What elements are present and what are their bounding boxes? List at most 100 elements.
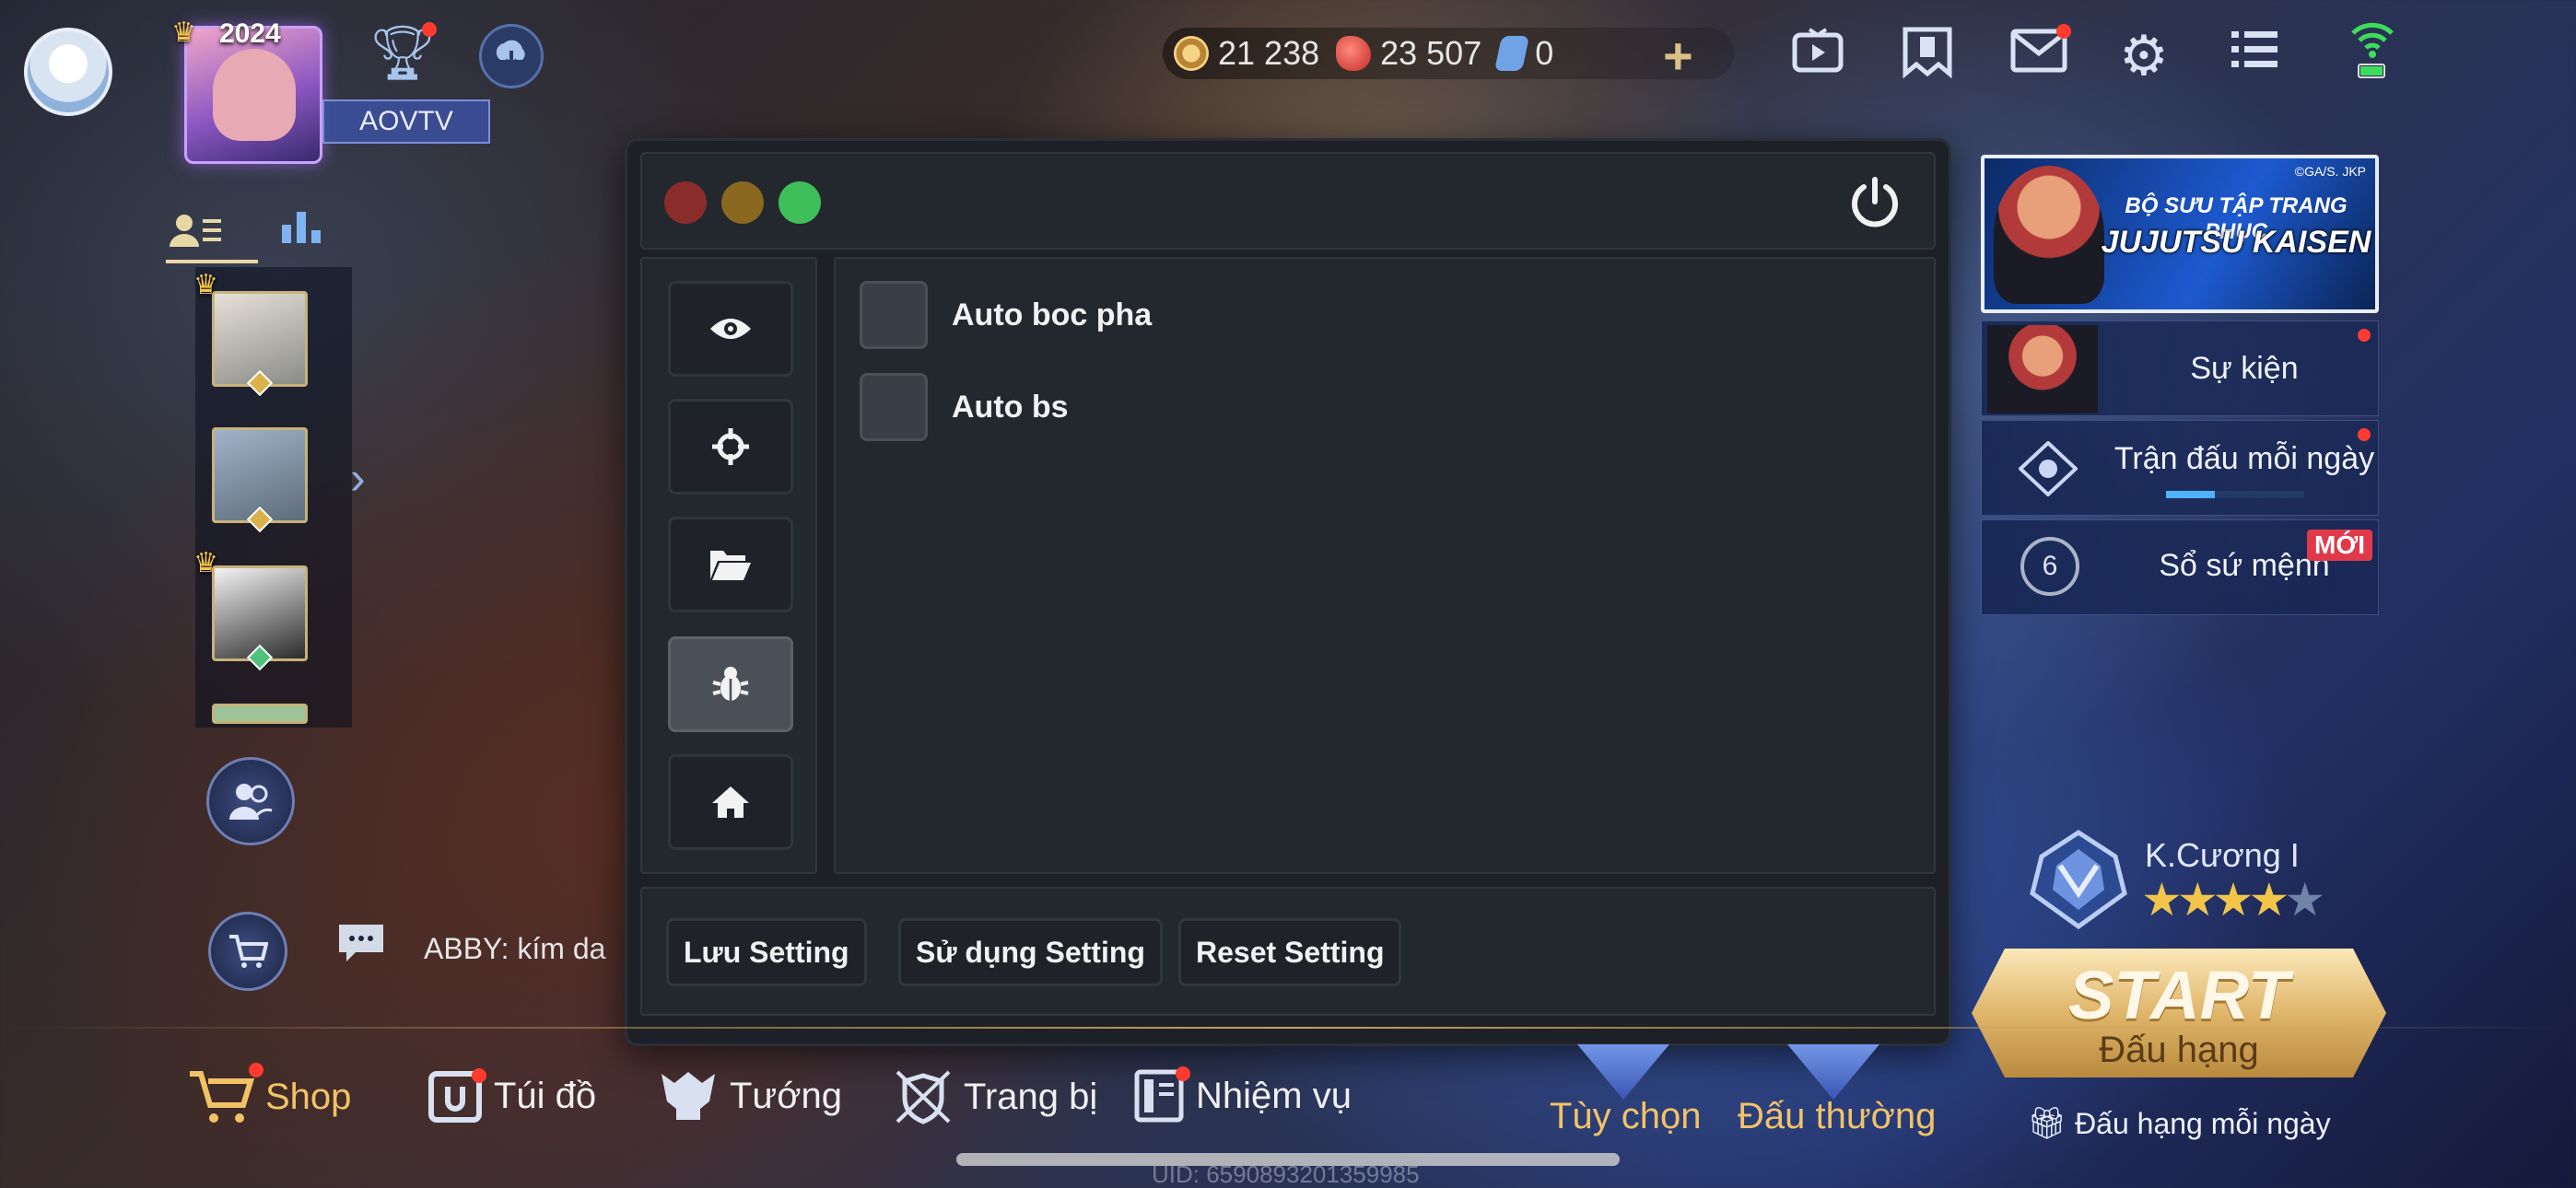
tab-friends[interactable]	[168, 212, 223, 258]
player-name[interactable]: AOVTV	[322, 99, 490, 144]
maximize-window-button[interactable]	[779, 181, 821, 224]
nav-heroes[interactable]: Tướng	[658, 1068, 842, 1124]
star-filled-icon: ★	[2141, 874, 2183, 926]
reset-setting-button[interactable]: Reset Setting	[1178, 918, 1402, 986]
ruby-value: 23 507	[1380, 34, 1482, 72]
save-setting-button[interactable]: Lưu Setting	[666, 918, 867, 986]
banner-character-art	[1994, 166, 2104, 304]
option-auto-boc-pha[interactable]: Auto boc pha	[860, 281, 1152, 349]
tab-ranking[interactable]	[280, 208, 324, 254]
nav-heroes-label: Tướng	[730, 1075, 842, 1116]
download-icon	[496, 40, 525, 68]
visual-tab-button[interactable]	[668, 281, 793, 377]
star-filled-icon: ★	[2176, 874, 2219, 926]
home-tab-button[interactable]	[668, 754, 793, 850]
nav-missions[interactable]: Nhiệm vụ	[1133, 1068, 1352, 1124]
list-icon	[2231, 31, 2277, 67]
currency-ruby: 23 507	[1336, 34, 1481, 73]
wifi-icon	[2351, 22, 2394, 78]
friend-avatar[interactable]	[212, 704, 308, 724]
armor-shield-icon	[896, 1070, 951, 1124]
files-tab-button[interactable]	[668, 517, 793, 612]
expand-arrow-icon[interactable]: ›	[350, 451, 366, 505]
use-setting-button[interactable]: Sử dụng Setting	[898, 918, 1163, 986]
nav-equipment[interactable]: Trang bị	[894, 1068, 1097, 1125]
rank-stars: ★★★★★	[2141, 873, 2325, 926]
start-label: START	[2068, 957, 2289, 1033]
auto-bs-checkbox[interactable]	[860, 373, 928, 441]
custom-mode-button[interactable]: Tùy chọn	[1550, 1096, 1702, 1137]
banner-icon	[1903, 27, 1952, 79]
star-filled-icon: ★	[2212, 874, 2254, 926]
crown-icon: ♛	[171, 17, 196, 48]
event-item-daily-match[interactable]: Trận đấu mỗi ngày	[1981, 420, 2379, 516]
event-label: Sự kiện	[2190, 351, 2299, 386]
aim-tab-button[interactable]	[668, 399, 793, 495]
settings-gear-icon[interactable]: ⚙	[2119, 24, 2169, 88]
notification-dot	[2358, 428, 2371, 441]
nav-bag-label: Túi đồ	[494, 1075, 597, 1116]
mod-menu-titlebar[interactable]	[640, 152, 1936, 250]
currency-bar: 21 238 23 507 0	[1163, 28, 1734, 79]
uid-label: UID: 6590893201359985	[1152, 1160, 1420, 1188]
option-auto-bs[interactable]: Auto bs	[860, 373, 1069, 441]
voucher-icon	[1494, 36, 1530, 71]
currency-voucher: 0	[1494, 34, 1554, 73]
banner-copyright: ©GA/S. JKP	[2294, 164, 2366, 179]
minimize-window-button[interactable]	[721, 181, 764, 224]
mod-menu-footer: Lưu Setting Sử dụng Setting Reset Settin…	[640, 887, 1936, 1016]
daily-ranked-link[interactable]: 🎁︎ Đấu hạng mỗi ngày	[2027, 1105, 2331, 1142]
daily-progress-fill	[2166, 491, 2215, 498]
event-banner-jujutsu-kaisen[interactable]: ©GA/S. JKP BỘ SƯU TẬP TRANG PHỤC JUJUTSU…	[1981, 155, 2379, 313]
normal-mode-button[interactable]: Đấu thường	[1738, 1096, 1936, 1137]
mod-menu-sidebar	[640, 257, 817, 874]
nav-shop[interactable]: Shop	[188, 1068, 351, 1125]
download-button[interactable]	[479, 24, 544, 88]
rank-emblem-icon	[2030, 830, 2127, 930]
voucher-value: 0	[1535, 34, 1554, 72]
notification-dot	[249, 1063, 263, 1077]
add-currency-button[interactable]: +	[1663, 26, 1693, 86]
eye-icon	[710, 319, 751, 339]
shop-cart-icon	[190, 1071, 254, 1123]
power-icon[interactable]	[1847, 174, 1903, 229]
daily-progress-bar	[2166, 491, 2304, 498]
event-item-su-kien[interactable]: Sự kiện	[1981, 320, 2379, 416]
bug-icon	[712, 667, 749, 701]
start-mode-label: Đấu hạng	[2099, 1030, 2259, 1070]
cart-shortcut-button[interactable]	[208, 912, 287, 991]
profile-avatar[interactable]	[24, 28, 112, 116]
notification-dot	[422, 22, 437, 37]
group-icon	[229, 784, 273, 821]
close-window-button[interactable]	[664, 181, 707, 224]
video-replay-button[interactable]	[1791, 24, 1844, 89]
mod-menu-window: Auto boc pha Auto bs Lưu Setting Sử dụng…	[625, 138, 1951, 1046]
mail-notification-dot	[2056, 24, 2071, 39]
menu-list-button[interactable]	[2230, 24, 2279, 86]
nav-missions-label: Nhiệm vụ	[1196, 1075, 1352, 1116]
daily-ranked-label: Đấu hạng mỗi ngày	[2075, 1107, 2331, 1140]
event-item-mission-book[interactable]: 6 Sổ sứ mệnh MỚI	[1981, 519, 2379, 615]
guild-banner-button[interactable]	[1900, 24, 1955, 91]
star-empty-icon: ★	[2284, 874, 2325, 926]
mission-level-icon: 6	[2020, 537, 2079, 596]
mod-menu-content: Auto boc pha Auto bs	[834, 257, 1936, 874]
notification-dot	[2358, 329, 2371, 342]
home-icon	[712, 786, 749, 818]
event-thumbnail	[1987, 325, 2098, 413]
cart-icon	[229, 935, 268, 968]
event-label: Trận đấu mỗi ngày	[2113, 441, 2375, 476]
friends-group-button[interactable]	[206, 757, 295, 845]
start-ranked-button[interactable]: START Đấu hạng	[1972, 949, 2386, 1077]
notification-dot	[472, 1068, 486, 1083]
gold-value: 21 238	[1218, 34, 1320, 72]
auto-boc-pha-checkbox[interactable]	[860, 281, 928, 349]
ruby-icon	[1336, 36, 1372, 71]
nav-bag[interactable]: Túi đồ	[427, 1068, 596, 1124]
star-filled-icon: ★	[2248, 874, 2289, 926]
banner-title: JUJUTSU KAISEN	[2101, 225, 2371, 260]
debug-tab-button[interactable]	[668, 636, 793, 732]
chat-icon[interactable]	[335, 921, 387, 976]
auto-boc-pha-label: Auto boc pha	[952, 297, 1153, 332]
chat-message[interactable]: ABBY: kím da	[424, 932, 626, 966]
